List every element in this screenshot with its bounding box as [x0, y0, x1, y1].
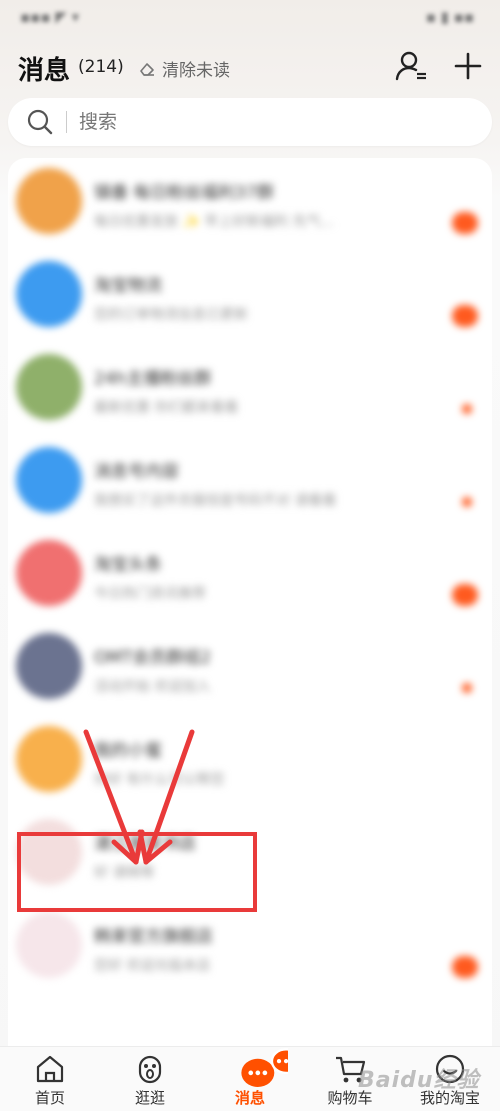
unread-dot	[462, 404, 472, 414]
list-item[interactable]: 镇番 每日粉丝福利37群每日优惠发放 ✨ 早上好新福利 先气...	[8, 158, 492, 251]
browse-icon	[138, 1055, 162, 1084]
unread-dot	[462, 683, 472, 693]
tab-browse[interactable]: 逛逛	[100, 1047, 200, 1111]
page-title: 消息	[18, 56, 71, 86]
avatar	[16, 447, 82, 513]
conversation-title: 我的小蜜	[94, 741, 162, 761]
list-item[interactable]: 我的小蜜你好 有什么可以帮您	[8, 716, 492, 809]
tab-messages-label: 消息	[234, 1089, 265, 1107]
conversation-preview: 活动开始 欢迎加入	[94, 679, 211, 695]
avatar	[16, 540, 82, 606]
plus-icon	[454, 52, 482, 80]
unread-badge	[452, 584, 478, 606]
conversation-preview: 最新优惠 你们都来看看	[94, 400, 239, 416]
watermark: Baidu经验	[358, 1068, 480, 1093]
avatar	[16, 633, 82, 699]
list-item[interactable]: 韩束官方旗舰店您好 欢迎光临本店	[8, 902, 492, 995]
conversation-preview: 我想买了这件衣服但是号码不对 请看看	[94, 493, 337, 509]
list-item[interactable]: 消息号内容我想买了这件衣服但是号码不对 请看看	[8, 437, 492, 530]
contacts-icon	[395, 51, 426, 81]
avatar	[16, 168, 82, 234]
conversation-title: 韩束官方旗舰店	[94, 927, 213, 947]
conversation-preview: 你好 有什么可以帮您	[94, 772, 225, 788]
conversation-title: 消息号内容	[94, 462, 179, 482]
status-bar-right: ▪ ▮ ▪▪	[425, 8, 474, 26]
conversation-list-content: 镇番 每日粉丝福利37群 每日优惠发放 ✨ 早上好新福利 先气... 淘宝物流 您的订…	[8, 158, 492, 1048]
tab-browse-label: 逛逛	[134, 1089, 165, 1107]
tab-home[interactable]: 首页	[0, 1047, 100, 1111]
search-input[interactable]	[79, 111, 439, 133]
conversation-title: OMT会员群组2	[94, 648, 212, 668]
tab-messages[interactable]: 消息	[200, 1047, 300, 1111]
avatar	[16, 354, 82, 420]
header: 消息 (214) 清除未读	[0, 44, 500, 92]
clear-unread-button[interactable]: 清除未读	[138, 56, 230, 81]
conversation-preview: 您的订单物流信息已更新	[94, 307, 248, 323]
highlight-box	[17, 832, 257, 912]
unread-count: (214)	[78, 57, 124, 77]
tab-home-label: 首页	[34, 1089, 65, 1107]
conversation-preview: 每日优惠发放 ✨ 早上好新福利 先气...	[94, 214, 335, 230]
search-divider	[66, 111, 67, 133]
list-item[interactable]: OMT会员群组2 活动开始 欢迎加入	[8, 623, 492, 716]
contacts-button[interactable]	[394, 48, 430, 84]
list-item[interactable]: 24h主播粉丝群最新优惠 你们都来看看	[8, 344, 492, 437]
eraser-icon	[140, 62, 154, 76]
conversation-preview: 今日热门资讯推荐	[94, 586, 206, 602]
avatar	[16, 912, 82, 978]
conversation-title: 淘宝物流	[94, 276, 162, 296]
unread-badge	[452, 305, 478, 327]
home-icon	[36, 1055, 64, 1083]
clear-unread-label: 清除未读	[162, 61, 230, 81]
status-bar: ▪▪▪ ◤ ▾ ▪ ▮ ▪▪	[0, 0, 500, 36]
message-bubble-icon	[241, 1048, 288, 1087]
unread-badge	[452, 212, 478, 234]
conversation-title: 镇番 每日粉丝福利37群	[94, 183, 275, 203]
conversation-list[interactable]: 镇番 每日粉丝福利37群 每日优惠发放 ✨ 早上好新福利 先气... 淘宝物流 您的订…	[8, 158, 492, 1048]
conversation-title: 淘宝头条	[94, 555, 162, 575]
unread-badge	[452, 956, 478, 978]
unread-dot	[462, 497, 472, 507]
list-item[interactable]: 淘宝头条今日热门资讯推荐	[8, 530, 492, 623]
search-bar[interactable]	[8, 98, 492, 146]
conversation-preview: 您好 欢迎光临本店	[94, 958, 211, 974]
add-button[interactable]	[450, 48, 486, 84]
conversation-title: 24h主播粉丝群	[94, 369, 212, 389]
search-icon	[27, 109, 53, 135]
avatar	[16, 726, 82, 792]
avatar	[16, 261, 82, 327]
list-item[interactable]: 淘宝物流您的订单物流信息已更新	[8, 251, 492, 344]
status-bar-left: ▪▪▪ ◤ ▾	[20, 8, 80, 26]
